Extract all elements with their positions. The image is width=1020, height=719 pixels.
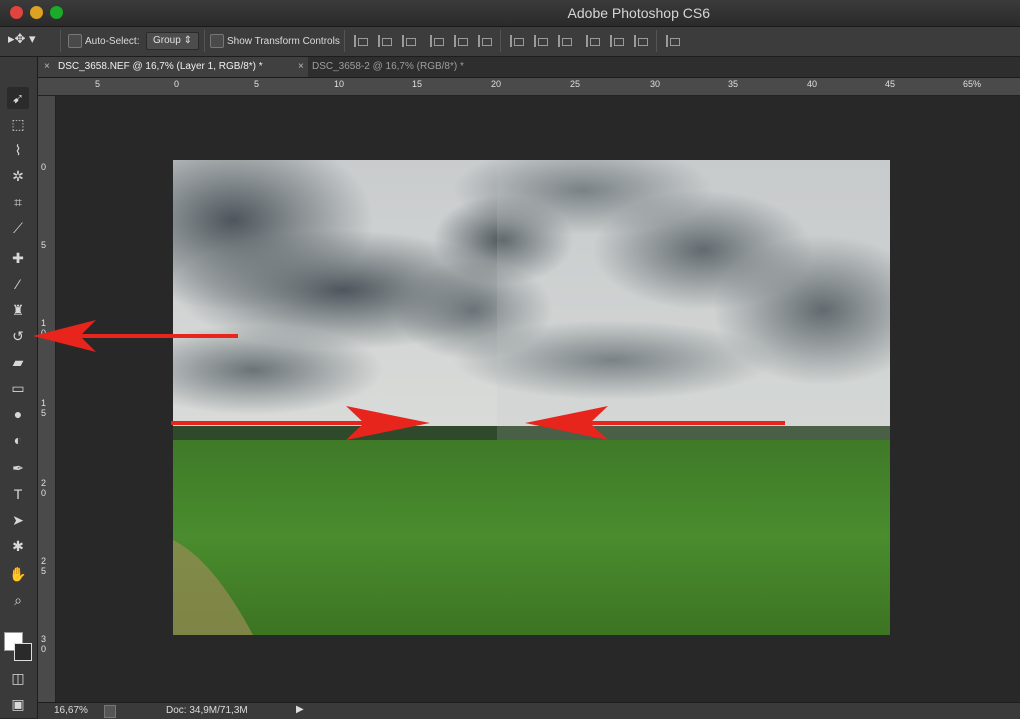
status-menu-arrow-icon[interactable]: ▶ (296, 704, 304, 715)
status-bar: 16,67% Doc: 34,9M/71,3M ▶ (38, 702, 1020, 719)
zoom-level[interactable]: 16,67% (54, 705, 88, 716)
doc-size: Doc: 34,9M/71,3M (166, 705, 248, 716)
export-icon[interactable] (104, 705, 116, 718)
annotation-overlay (33, 320, 785, 440)
